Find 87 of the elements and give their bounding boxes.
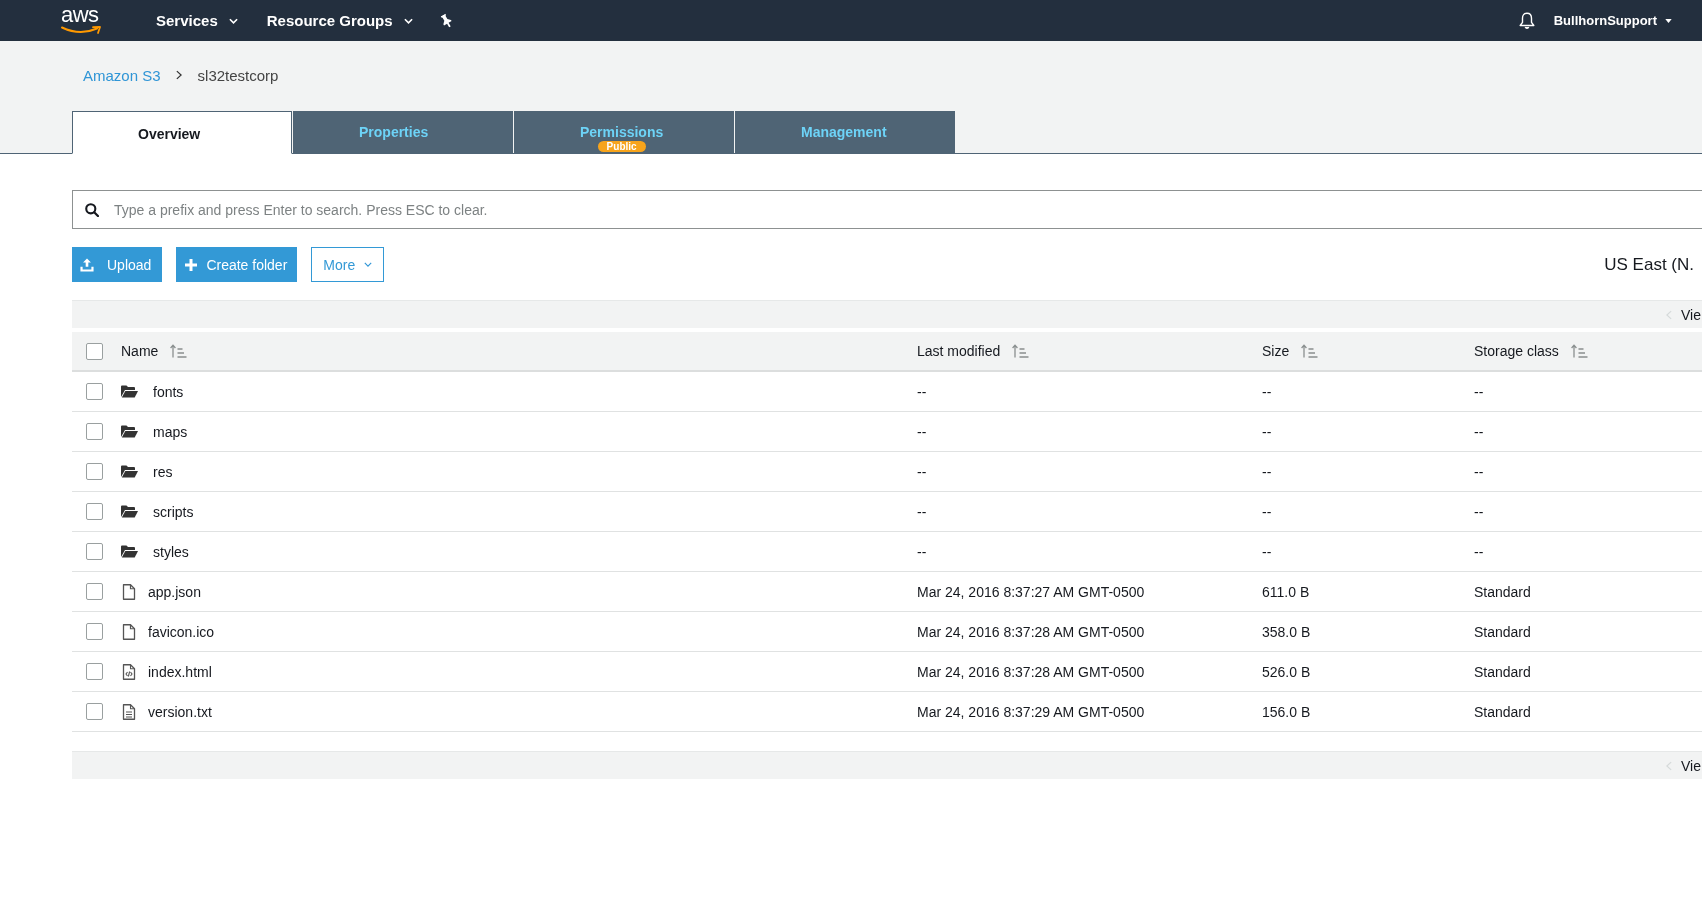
table-cell: -- xyxy=(1474,543,1484,560)
row-checkbox[interactable] xyxy=(86,463,103,480)
upload-icon xyxy=(80,257,94,272)
table-cell: Standard xyxy=(1474,703,1531,720)
text-file-icon xyxy=(122,703,136,720)
row-checkbox[interactable] xyxy=(86,383,103,400)
folder-icon xyxy=(121,385,138,398)
table-cell: Mar 24, 2016 8:37:28 AM GMT-0500 xyxy=(917,623,1145,640)
table-cell: Standard xyxy=(1474,663,1531,680)
chevron-down-icon xyxy=(228,17,238,24)
row-checkbox[interactable] xyxy=(86,543,103,560)
table-cell: 156.0 B xyxy=(1262,703,1311,720)
search-field[interactable]: Type a prefix and press Enter to search. Press ESC to clear. xyxy=(72,190,1702,229)
tab[interactable]: Overview xyxy=(72,111,292,154)
table-cell: -- xyxy=(1262,423,1272,440)
chevron-down-icon xyxy=(403,17,413,24)
object-name-link[interactable]: scripts xyxy=(153,503,194,520)
region-label: US East (N. xyxy=(1604,254,1694,275)
bell-icon[interactable] xyxy=(1518,12,1535,29)
logo-text[interactable]: aws xyxy=(61,6,99,24)
row-checkbox[interactable] xyxy=(86,703,103,720)
table-cell: -- xyxy=(917,383,927,400)
search-icon xyxy=(85,203,99,217)
table-cell: Mar 24, 2016 8:37:29 AM GMT-0500 xyxy=(917,703,1145,720)
chevron-down-icon xyxy=(364,262,373,267)
table-cell: -- xyxy=(1262,503,1272,520)
tab[interactable]: Permissions Public xyxy=(514,111,734,154)
folder-icon xyxy=(121,505,138,518)
row-checkbox[interactable] xyxy=(86,583,103,600)
breadcrumb-current: sl32testcorp xyxy=(197,66,279,84)
table-cell: 358.0 B xyxy=(1262,623,1311,640)
pager-label[interactable]: Vie xyxy=(1681,306,1701,323)
table-cell: -- xyxy=(917,503,927,520)
plus-icon xyxy=(185,258,198,271)
row-checkbox[interactable] xyxy=(86,623,103,640)
object-name-link[interactable]: fonts xyxy=(153,383,184,400)
sort-icon[interactable] xyxy=(170,344,188,358)
tab[interactable]: Properties xyxy=(293,111,513,154)
object-name-link[interactable]: index.html xyxy=(148,663,212,680)
code-file-icon xyxy=(122,663,136,680)
column-header[interactable]: Storage class xyxy=(1474,343,1559,359)
sort-icon[interactable] xyxy=(1570,344,1588,358)
table-cell: -- xyxy=(917,463,927,480)
folder-icon xyxy=(121,425,138,438)
chevron-right-icon xyxy=(175,70,182,80)
nav-menu[interactable]: Services xyxy=(156,12,238,29)
tab[interactable]: Management xyxy=(735,111,955,154)
object-name-link[interactable]: app.json xyxy=(148,583,201,600)
object-name-link[interactable]: maps xyxy=(153,423,188,440)
table-cell: -- xyxy=(1474,383,1484,400)
table-cell: 526.0 B xyxy=(1262,663,1311,680)
caret-icon xyxy=(1665,18,1672,23)
object-name-link[interactable]: version.txt xyxy=(148,703,212,720)
file-icon xyxy=(122,623,136,640)
sort-icon[interactable] xyxy=(1301,344,1319,358)
object-name-link[interactable]: styles xyxy=(153,543,189,560)
file-icon xyxy=(122,583,136,600)
pager-label[interactable]: Vie xyxy=(1681,757,1701,774)
table-cell: -- xyxy=(1262,383,1272,400)
row-checkbox[interactable] xyxy=(86,423,103,440)
row-checkbox[interactable] xyxy=(86,503,103,520)
table-cell: -- xyxy=(917,423,927,440)
column-header[interactable]: Size xyxy=(1262,343,1290,359)
table-cell: Mar 24, 2016 8:37:27 AM GMT-0500 xyxy=(917,583,1145,600)
table-cell: -- xyxy=(917,543,927,560)
user-menu[interactable]: BullhornSupport xyxy=(1553,13,1672,28)
table-cell: -- xyxy=(1262,543,1272,560)
table-cell: -- xyxy=(1262,463,1272,480)
sort-icon[interactable] xyxy=(1012,344,1030,358)
object-name-link[interactable]: res xyxy=(153,463,173,480)
folder-icon xyxy=(121,465,138,478)
nav-menu[interactable]: Resource Groups xyxy=(266,12,413,29)
row-checkbox[interactable] xyxy=(86,663,103,680)
table-cell: Standard xyxy=(1474,623,1531,640)
table-cell: Standard xyxy=(1474,583,1531,600)
folder-icon xyxy=(121,545,138,558)
table-cell: Mar 24, 2016 8:37:28 AM GMT-0500 xyxy=(917,663,1145,680)
smile-arrow-icon xyxy=(61,26,101,35)
object-name-link[interactable]: favicon.ico xyxy=(148,623,215,640)
public-badge: Public xyxy=(597,141,646,152)
table-cell: -- xyxy=(1474,423,1484,440)
column-header[interactable]: Last modified xyxy=(917,343,1001,359)
select-all-checkbox[interactable] xyxy=(86,342,103,360)
table-cell: 611.0 B xyxy=(1262,583,1310,600)
table-cell: -- xyxy=(1474,503,1484,520)
table-cell: -- xyxy=(1474,463,1484,480)
column-header[interactable]: Name xyxy=(121,343,159,359)
